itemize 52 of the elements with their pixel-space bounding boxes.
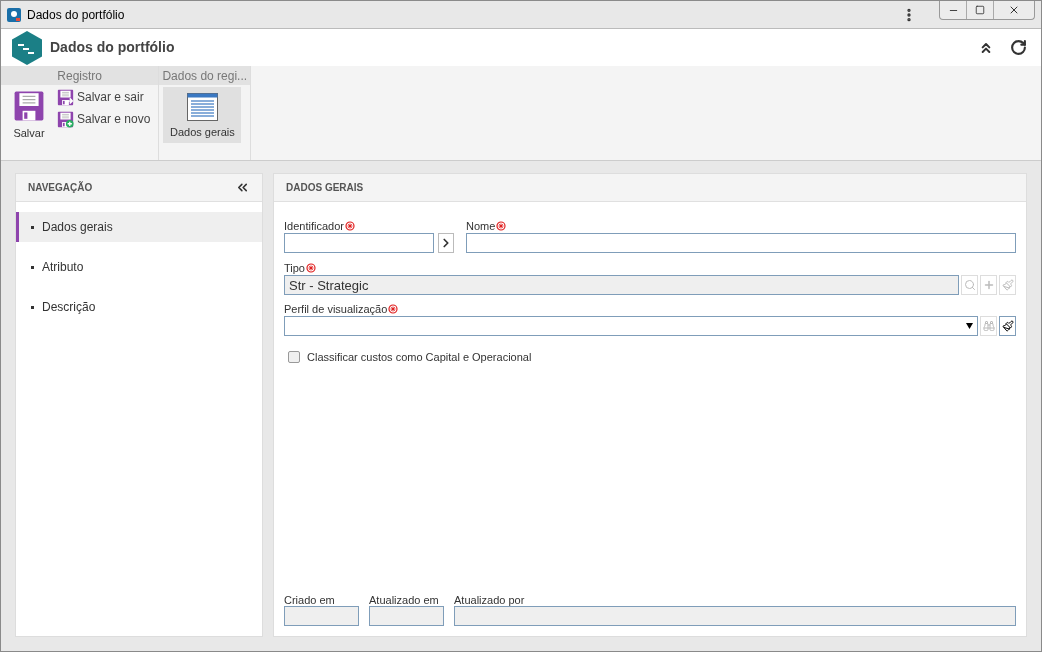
window-title: Dados do portfólio <box>27 6 125 24</box>
field-label: Tipo <box>284 260 305 276</box>
page-title: Dados do portfólio <box>50 38 175 57</box>
field-label: Atualizado por <box>454 593 526 606</box>
brush-icon <box>1001 279 1014 291</box>
clear-button[interactable] <box>999 316 1016 336</box>
add-button[interactable] <box>980 275 997 295</box>
field-label: Atualizado em <box>369 593 440 606</box>
input-field[interactable] <box>454 606 1016 626</box>
form-icon <box>186 93 218 121</box>
ribbon-small-button[interactable]: Salvar e sair <box>57 88 151 106</box>
save-new-icon <box>57 110 74 128</box>
input-field[interactable] <box>284 606 359 626</box>
ribbon-group-title: Registro <box>1 66 159 85</box>
required-icon <box>388 304 399 314</box>
checkbox[interactable] <box>288 351 300 364</box>
field-label: Identificador <box>284 218 344 234</box>
save-exit-icon <box>57 88 74 106</box>
panel-title: NAVEGAÇÃO <box>28 180 94 195</box>
input-field[interactable] <box>466 233 1016 253</box>
required-icon <box>306 263 316 273</box>
binoculars-icon <box>982 320 995 332</box>
refresh-icon <box>1010 39 1027 56</box>
brush-icon <box>1001 320 1014 332</box>
input-field[interactable] <box>284 233 434 253</box>
search-icon <box>963 279 976 291</box>
nav-item[interactable]: Atributo <box>16 252 262 282</box>
plus-icon <box>982 279 995 291</box>
maximize-icon <box>975 5 985 15</box>
save-button[interactable]: Salvar <box>5 87 53 142</box>
panel-title: DADOS GERAIS <box>286 181 364 195</box>
field-label: Perfil de visualização <box>284 301 388 317</box>
required-icon <box>496 221 507 231</box>
app-icon <box>7 7 21 22</box>
save-icon <box>13 90 45 122</box>
dropdown-arrow-icon <box>966 323 973 329</box>
ribbon-tile-button[interactable]: Dados gerais <box>163 87 242 143</box>
required-icon <box>344 221 355 231</box>
nav-item[interactable]: Dados gerais <box>16 212 262 242</box>
close-icon <box>1008 4 1020 16</box>
refresh-button[interactable] <box>1010 39 1027 56</box>
checkbox-label: Classificar custos como Capital e Operacional <box>307 350 532 365</box>
next-button[interactable] <box>438 233 454 253</box>
ribbon-group-title: Dados do regi... <box>159 66 251 85</box>
ribbon-small-button[interactable]: Salvar e novo <box>57 110 151 128</box>
field-label: Nome <box>466 218 496 234</box>
dropdown-field[interactable] <box>284 316 978 336</box>
nav-item[interactable]: Descrição <box>16 292 262 322</box>
field-label: Criado em <box>284 593 336 606</box>
search-button[interactable] <box>961 275 978 295</box>
input-field[interactable]: Str - Strategic <box>284 275 959 295</box>
input-field[interactable] <box>369 606 444 626</box>
